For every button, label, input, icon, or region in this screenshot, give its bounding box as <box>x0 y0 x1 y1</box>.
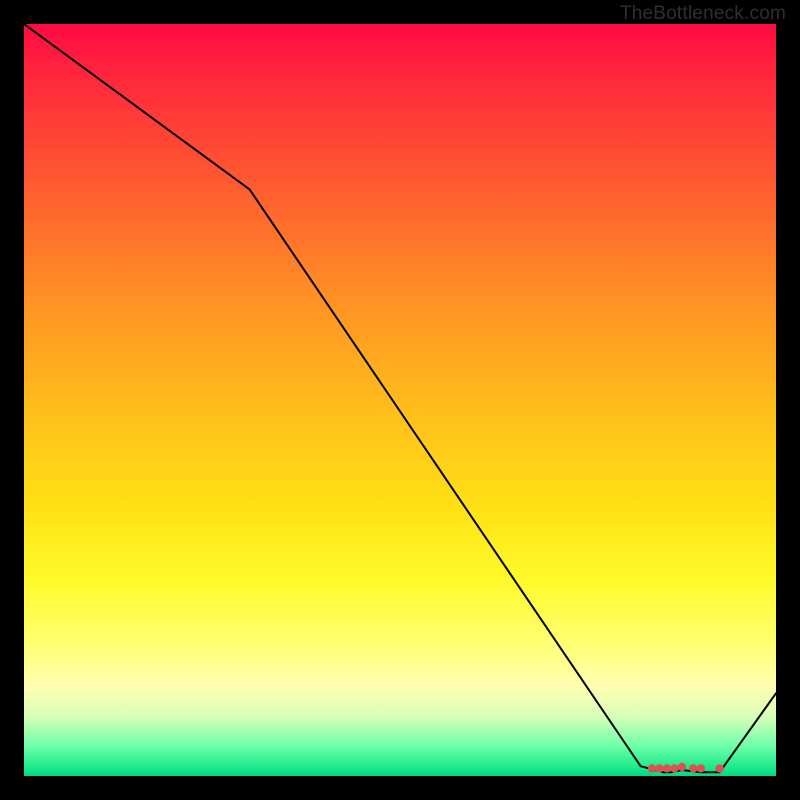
bottleneck-curve-line <box>24 24 776 772</box>
chart-marker <box>678 763 686 771</box>
chart-overlay <box>24 24 776 776</box>
chart-marker <box>663 764 671 772</box>
chart-marker <box>648 764 656 772</box>
chart-marker <box>670 764 678 772</box>
chart-marker <box>655 764 663 772</box>
watermark-text: TheBottleneck.com <box>620 3 786 25</box>
chart-marker <box>689 764 697 772</box>
chart-marker <box>715 764 723 772</box>
chart-marker <box>697 764 705 772</box>
